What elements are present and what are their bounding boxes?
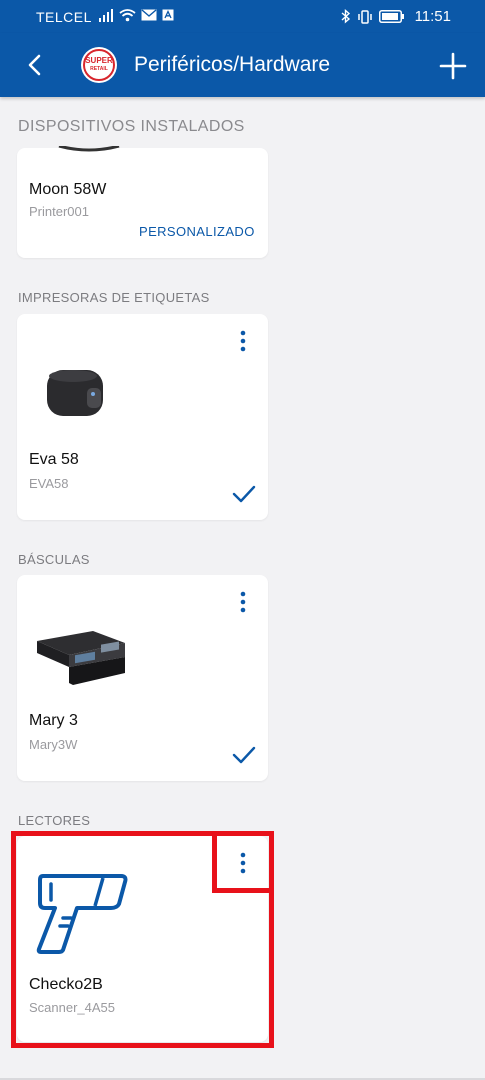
device-card-label-printer[interactable]: Eva 58 EVA58 [17,314,268,520]
signal-icon [99,9,113,22]
highlight-reader-menu [212,831,274,893]
section-title-label-printers: IMPRESORAS DE ETIQUETAS [18,290,210,305]
app-bar: SUPER RETAIL Periféricos/Hardware [0,33,485,97]
device-name: Moon 58W [29,181,107,198]
app-notification-icon [162,9,174,21]
clock: 11:51 [414,8,451,25]
scale-image [37,631,125,685]
page-title: Periféricos/Hardware [134,53,331,76]
device-card-scale[interactable]: Mary 3 Mary3W [17,575,268,781]
section-title-readers: LECTORES [18,813,91,828]
more-vert-icon[interactable] [233,590,253,614]
device-model: Printer001 [29,204,89,219]
device-card-printer[interactable]: Moon 58W Printer001 PERSONALIZADO [17,146,268,258]
custom-link[interactable]: PERSONALIZADO [139,224,255,239]
plus-icon[interactable] [438,51,468,81]
carrier-label: TELCEL [36,9,92,25]
section-title-installed: DISPOSITIVOS INSTALADOS [18,118,245,135]
back-arrow-icon[interactable] [22,51,50,79]
device-model: EVA58 [29,476,69,491]
wifi-icon [119,9,136,22]
status-bar: TELCEL 11:51 [0,0,485,33]
printer-image [58,146,120,152]
label-printer-image [47,370,103,416]
check-icon [232,746,256,764]
device-name: Mary 3 [29,712,78,729]
more-vert-icon[interactable] [233,329,253,353]
mail-icon [141,9,157,21]
vibrate-icon [357,9,372,24]
bluetooth-icon [341,9,350,24]
app-logo: SUPER RETAIL [81,47,117,83]
check-icon [232,485,256,503]
device-name: Eva 58 [29,451,79,468]
section-title-scales: BÁSCULAS [18,552,90,567]
battery-icon [378,10,404,23]
device-model: Mary3W [29,737,78,752]
